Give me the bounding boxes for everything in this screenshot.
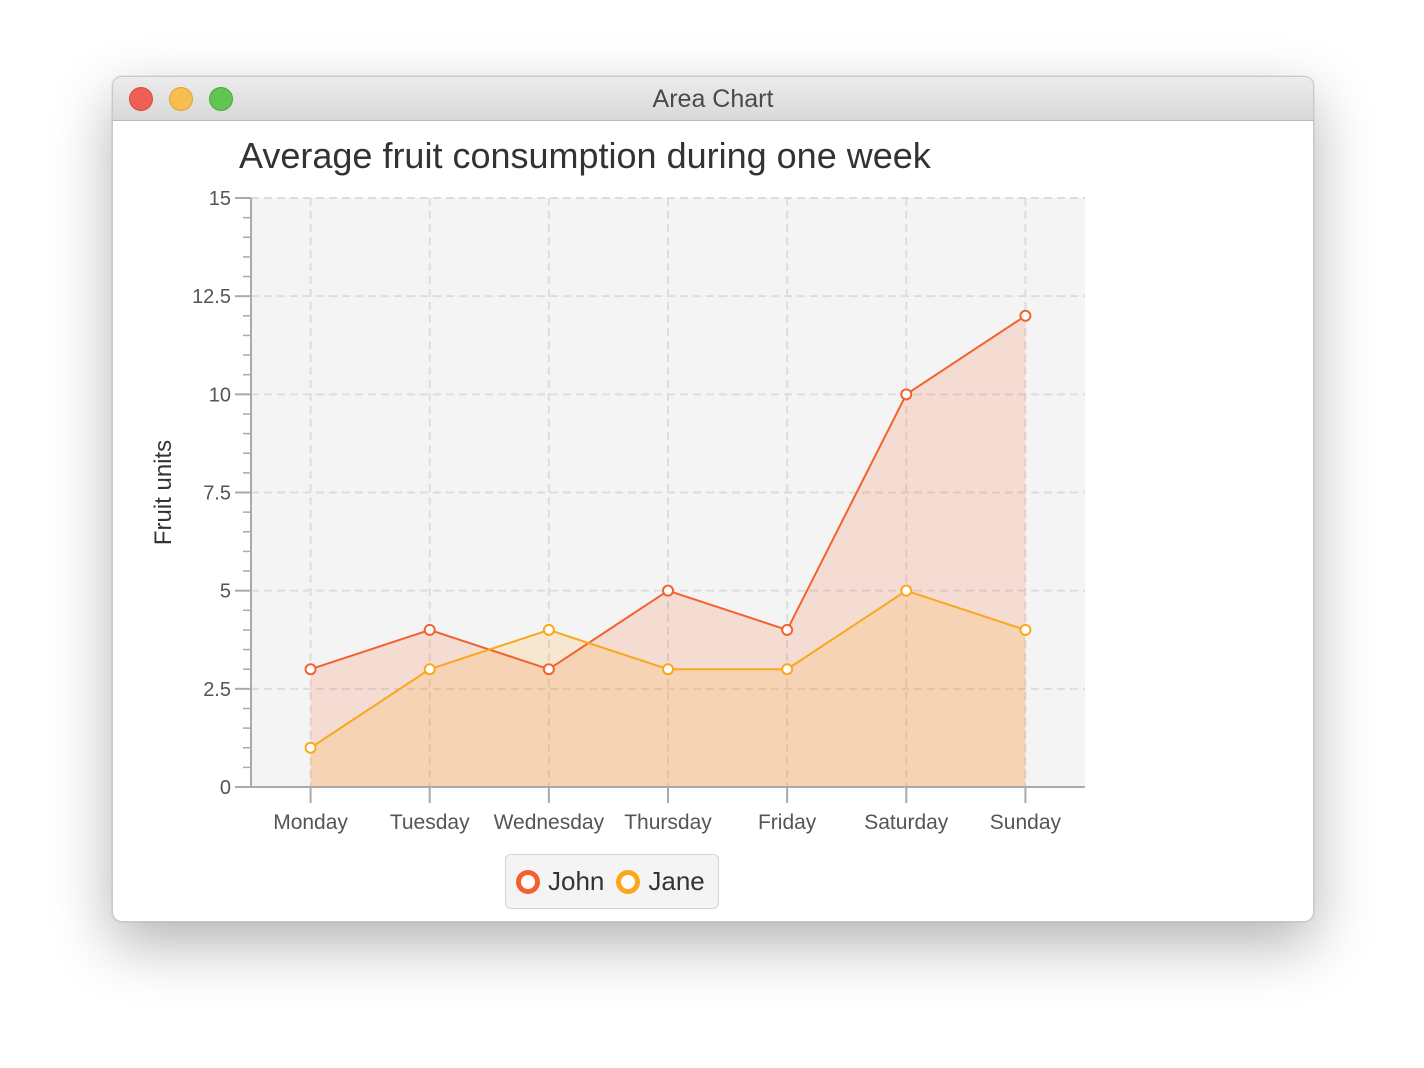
data-point-jane[interactable] xyxy=(662,663,674,676)
data-point-john[interactable] xyxy=(662,584,674,597)
chart-legend: John Jane xyxy=(505,854,719,909)
x-tick-label: Friday xyxy=(758,811,817,834)
x-tick-label: Monday xyxy=(273,811,348,834)
data-point-john[interactable] xyxy=(304,663,317,676)
legend-symbol-john xyxy=(516,869,540,894)
y-tick-label: 5 xyxy=(220,581,231,603)
y-tick-label: 0 xyxy=(220,777,231,799)
x-tick-label: Thursday xyxy=(624,811,712,834)
y-tick-label: 2.5 xyxy=(203,679,231,701)
legend-symbol-jane xyxy=(616,869,641,894)
data-point-jane[interactable] xyxy=(1019,623,1032,636)
data-point-jane[interactable] xyxy=(304,741,317,754)
title-bar[interactable]: Area Chart xyxy=(113,77,1313,121)
x-tick-label: Tuesday xyxy=(390,811,470,834)
data-point-jane[interactable] xyxy=(423,663,436,676)
x-tick-label: Sunday xyxy=(990,811,1062,834)
y-tick-label: 15 xyxy=(209,188,231,210)
y-tick-label: 12.5 xyxy=(192,286,231,308)
data-point-john[interactable] xyxy=(423,623,436,636)
app-window: Area Chart 0 2.5 5 7.5 10 12.5 15 Monday Tuesday… xyxy=(112,76,1314,922)
y-axis-label: Fruit units xyxy=(150,440,177,545)
window-title: Area Chart xyxy=(652,85,774,113)
y-tick-label: 10 xyxy=(209,384,231,406)
area-chart: 0 2.5 5 7.5 10 12.5 15 Monday Tuesday Wednesday Th… xyxy=(150,188,1085,834)
legend-label-jane: Jane xyxy=(648,866,705,896)
data-point-jane[interactable] xyxy=(781,663,794,676)
data-point-jane[interactable] xyxy=(900,584,913,597)
chart-title: Average fruit consumption during one wee… xyxy=(239,135,931,176)
legend-label-john: John xyxy=(548,866,605,896)
legend-item-jane: Jane xyxy=(616,866,705,897)
legend-item-john: John xyxy=(516,866,604,897)
x-tick-label: Saturday xyxy=(864,811,949,834)
data-point-jane[interactable] xyxy=(542,623,555,636)
data-point-john[interactable] xyxy=(542,663,555,676)
x-tick-label: Wednesday xyxy=(494,811,605,834)
data-point-john[interactable] xyxy=(781,623,794,636)
chart-area: 0 2.5 5 7.5 10 12.5 15 Monday Tuesday Wednesday Th… xyxy=(113,121,1313,921)
y-tick-label: 7.5 xyxy=(203,483,231,505)
data-point-john[interactable] xyxy=(1019,309,1032,322)
data-point-john[interactable] xyxy=(900,388,913,401)
